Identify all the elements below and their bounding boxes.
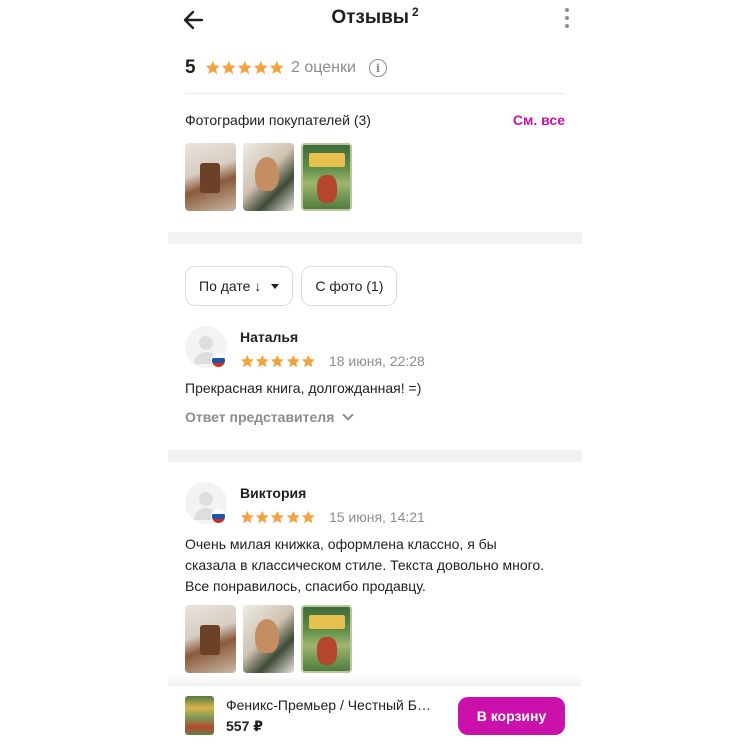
page-title: Отзывы 2 [168,5,582,29]
reviewer-name: Наталья [240,329,299,345]
star-icon [255,354,270,367]
customer-photos-title: Фотографии покупателей (3) [185,112,371,128]
review-card: Наталья 18 июня, 22:28 Прекрасная книга,… [185,326,565,436]
section-separator [168,450,582,462]
product-name[interactable]: Феникс-Премьер / Честный Б… [226,697,452,713]
more-vertical-icon[interactable] [560,5,574,33]
with-photo-filter-button[interactable]: С фото (1) [301,266,398,306]
rating-summary: 5 2 оценки i [185,55,565,81]
chevron-down-icon [342,408,355,421]
product-thumbnail[interactable] [185,696,214,735]
reviews-count-badge: 2 [411,5,419,19]
product-bottom-bar: Феникс-Премьер / Честный Б… 557 ₽ В корз… [168,686,582,750]
review-stars [240,354,316,369]
customer-photos-row [185,143,352,211]
avatar-placeholder-icon[interactable] [185,326,227,368]
customer-photo-2[interactable] [243,143,294,211]
russia-flag-icon [211,509,226,524]
star-icon [271,354,285,367]
customer-photo-3[interactable] [301,143,352,211]
bottom-bar-shadow [168,674,582,686]
sort-by-date-label: По дате ↓ [199,278,262,294]
page-title-text: Отзывы [331,7,409,28]
add-to-cart-button[interactable]: В корзину [458,697,565,735]
star-icon [240,510,254,523]
star-icon [237,61,252,75]
review-photo-3[interactable] [301,605,352,673]
with-photo-filter-label: С фото (1) [315,278,384,294]
avatar-placeholder-icon[interactable] [185,482,227,524]
sort-by-date-button[interactable]: По дате ↓ [185,266,294,306]
review-date: 18 июня, 22:28 [328,353,425,369]
star-icon [286,354,300,367]
review-rating-row: 15 июня, 14:21 [240,509,425,525]
star-icon [271,510,285,523]
rating-stars [205,60,285,76]
reviewer-name: Виктория [240,485,307,501]
review-date: 15 июня, 14:21 [328,509,425,525]
review-stars [240,510,316,525]
star-icon [286,510,300,523]
product-price: 557 ₽ [226,718,263,734]
star-icon [255,510,270,523]
review-photos-row [185,605,352,673]
russia-flag-icon [211,353,226,368]
review-photo-2[interactable] [243,605,294,673]
seller-answer-toggle[interactable]: Ответ представителя [185,408,355,425]
review-rating-row: 18 июня, 22:28 [240,353,425,369]
see-all-link[interactable]: См. все [513,112,565,128]
review-text: Прекрасная книга, долгожданная! =) [185,380,422,396]
star-icon [253,61,268,75]
rating-score: 5 [185,57,196,78]
review-text: Очень милая книжка, оформлена классно, я… [185,536,545,594]
divider [185,93,565,94]
review-photo-1[interactable] [185,605,236,673]
ratings-count: 2 оценки [291,59,356,76]
star-icon [221,61,236,75]
info-icon[interactable]: i [368,59,387,77]
star-icon [301,354,315,367]
star-icon [301,510,315,523]
section-separator [168,232,582,244]
seller-answer-label: Ответ представителя [185,409,335,425]
review-filters: По дате ↓ С фото (1) [185,266,398,306]
star-icon [269,61,284,75]
top-app-bar: Отзывы 2 [168,0,582,40]
star-icon [240,354,254,367]
dropdown-caret-icon [271,283,280,289]
customer-photo-1[interactable] [185,143,236,211]
review-card: Виктория 15 июня, 14:21 Очень милая книж… [185,482,565,682]
star-icon [205,61,220,75]
reviews-screen: Отзывы 2 5 2 оценки i Фотографии покупате… [168,0,582,750]
